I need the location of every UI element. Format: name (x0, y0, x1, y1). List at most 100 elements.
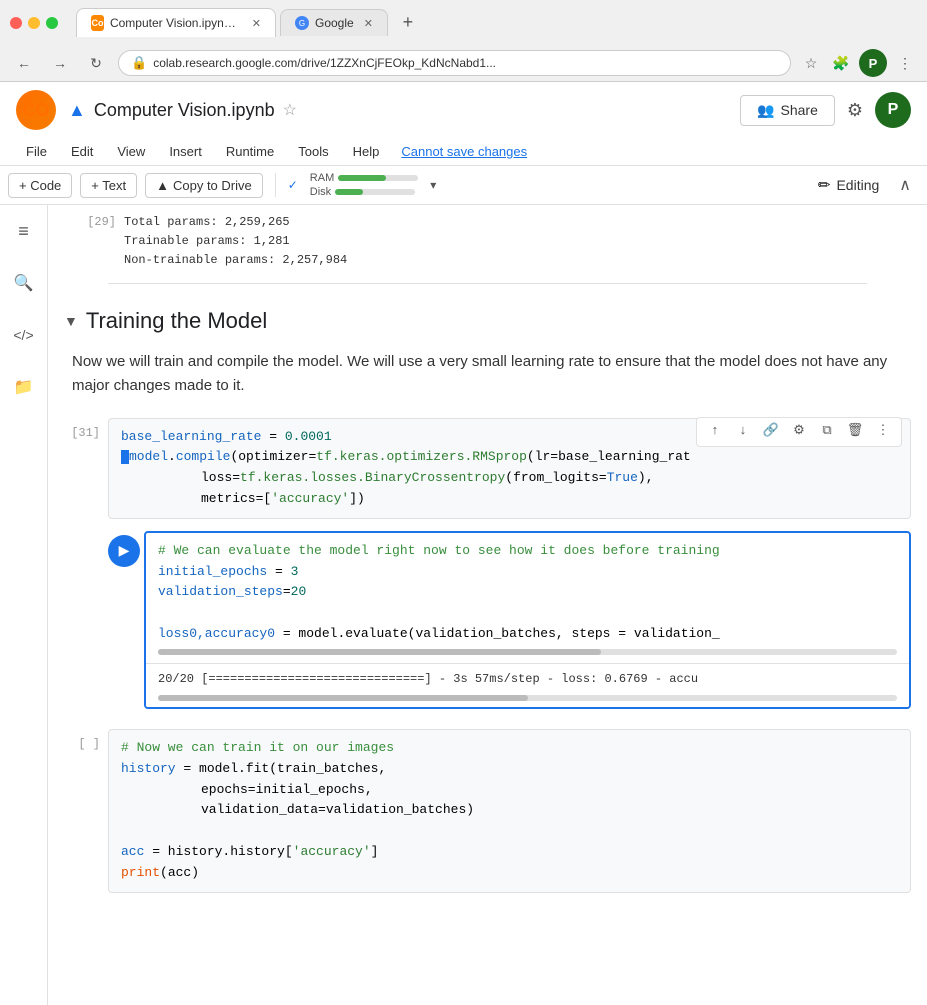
initial-epochs-val: 3 (291, 564, 299, 579)
cell-more-btn[interactable]: ⋮ (871, 420, 895, 444)
sidebar-item-search[interactable]: 🔍 (6, 265, 42, 301)
ram-label: RAM (310, 172, 334, 184)
new-tab-button[interactable]: + (396, 11, 420, 35)
section-heading-training: ▼ Training the Model (48, 292, 927, 342)
cell-link-btn[interactable]: 🔗 (759, 420, 783, 444)
menu-tools[interactable]: Tools (288, 140, 338, 163)
ram-bar-background (338, 175, 418, 181)
google-tab-title: Google (315, 16, 354, 30)
bookmark-icon[interactable]: ☆ (799, 51, 823, 75)
share-button[interactable]: 👥 Share (740, 95, 835, 126)
model-ref: model (129, 449, 168, 464)
menu-insert[interactable]: Insert (159, 140, 212, 163)
add-text-button[interactable]: + Text (80, 173, 137, 198)
settings-button[interactable]: ⚙ (847, 100, 863, 121)
notebook-content: [29] Total params: 2,259,265 Trainable p… (48, 205, 927, 1005)
loss0-var: loss0,accuracy0 (158, 626, 275, 641)
disk-bar-background (335, 189, 415, 195)
active-cell-wrapper: ▶ # We can evaluate the model right now … (48, 527, 927, 713)
acc-var: acc (121, 844, 144, 859)
notebook-title[interactable]: Computer Vision.ipynb (94, 100, 275, 121)
profile-icon[interactable]: P (859, 49, 887, 77)
initial-epochs-var: initial_epochs (158, 564, 267, 579)
cell-toolbar-31: ↑ ↓ 🔗 ⚙ ⧉ 🗑 ⋮ (696, 417, 902, 447)
google-tab[interactable]: G Google ✕ (280, 9, 388, 36)
cell-31-line2: model.compile(optimizer=tf.keras.optimiz… (121, 447, 898, 468)
output-line3: Non-trainable params: 2,257,984 (124, 253, 347, 267)
true-kw: True (607, 470, 638, 485)
loss-fn: tf.keras.losses.BinaryCrossentropy (240, 470, 505, 485)
maximize-traffic-light[interactable] (46, 17, 58, 29)
cell-move-down-btn[interactable]: ↓ (731, 420, 755, 444)
cell-copy-btn[interactable]: ⧉ (815, 420, 839, 444)
compile-fn: compile (176, 449, 231, 464)
reload-button[interactable]: ↻ (82, 49, 110, 77)
forward-button[interactable]: → (46, 49, 74, 77)
secure-icon: 🔒 (131, 55, 147, 71)
code-scrollbar-thumb[interactable] (158, 649, 601, 655)
last-line-2: epochs=initial_epochs, (121, 780, 898, 801)
drive-icon: ▲ (68, 100, 86, 121)
active-cell-inner: # We can evaluate the model right now to… (146, 533, 909, 663)
menu-help[interactable]: Help (343, 140, 390, 163)
co-logo-text: CO (23, 100, 50, 121)
cell-run-button[interactable]: ▶ (108, 535, 140, 567)
tf-ref: tf.keras.optimizers.RMSprop (316, 449, 527, 464)
active-cell-code[interactable]: # We can evaluate the model right now to… (144, 531, 911, 709)
copy-to-drive-button[interactable]: ▲ Copy to Drive (145, 173, 263, 198)
main-layout: ≡ 🔍 </> 📁 [29] Total params: 2,259,265 T… (0, 205, 927, 1005)
back-button[interactable]: ← (10, 49, 38, 77)
toolbar-separator (275, 173, 276, 197)
cell-delete-btn[interactable]: 🗑 (843, 420, 867, 444)
minimize-traffic-light[interactable] (28, 17, 40, 29)
add-code-button[interactable]: + Code (8, 173, 72, 198)
menu-file[interactable]: File (16, 140, 57, 163)
cell-settings-btn[interactable]: ⚙ (787, 420, 811, 444)
copy-drive-label: Copy to Drive (173, 178, 252, 193)
tab-close-btn[interactable]: ✕ (252, 17, 261, 30)
var-base-lr: base_learning_rate (121, 429, 261, 444)
extension-icon[interactable]: 🧩 (829, 51, 853, 75)
star-icon[interactable]: ☆ (283, 100, 297, 120)
active-line-3: loss0,accuracy0 = model.evaluate(validat… (158, 624, 897, 645)
val-lr: 0.0001 (285, 429, 332, 444)
cannot-save-link[interactable]: Cannot save changes (401, 144, 527, 159)
active-tab[interactable]: Co Computer Vision.ipynb - Colab ✕ (76, 8, 276, 37)
output-scrollbar-h[interactable] (158, 695, 897, 701)
last-cell-wrapper: [ ] # Now we can train it on our images … (48, 713, 927, 897)
cell-output-text: Total params: 2,259,265 Trainable params… (124, 213, 347, 271)
editing-label: Editing (836, 177, 879, 193)
ram-dropdown-icon[interactable]: ▾ (430, 178, 436, 192)
cell-31-code[interactable]: base_learning_rate = 0.0001 model.compil… (108, 418, 911, 519)
google-tab-close[interactable]: ✕ (364, 17, 373, 30)
more-options-icon[interactable]: ⋮ (893, 51, 917, 75)
colab-top-bar: CO ▲ Computer Vision.ipynb ☆ 👥 Share ⚙ P (0, 82, 927, 138)
url-bar[interactable]: 🔒 colab.research.google.com/drive/1ZZXnC… (118, 50, 791, 76)
cell-move-up-btn[interactable]: ↑ (703, 420, 727, 444)
cell-31-line4: metrics=['accuracy']) (121, 489, 898, 510)
sidebar-item-files[interactable]: 📁 (6, 369, 42, 405)
profile-avatar[interactable]: P (875, 92, 911, 128)
sidebar-item-code[interactable]: </> (6, 317, 42, 353)
left-sidebar: ≡ 🔍 </> 📁 (0, 205, 48, 1005)
sidebar-item-toc[interactable]: ≡ (6, 213, 42, 249)
cell-31-number: [31] (48, 418, 108, 440)
last-line-3: validation_data=validation_batches) (121, 800, 898, 821)
menu-view[interactable]: View (107, 140, 155, 163)
cell-31-wrapper: [31] base_learning_rate = 0.0001 model.c… (48, 414, 927, 523)
close-traffic-light[interactable] (10, 17, 22, 29)
menu-runtime[interactable]: Runtime (216, 140, 284, 163)
code-scrollbar-h[interactable] (158, 649, 897, 655)
tab-title: Computer Vision.ipynb - Colab (110, 16, 242, 30)
collapse-sections-btn[interactable]: ∧ (891, 171, 919, 199)
last-cell-number: [ ] (48, 729, 108, 751)
cell-line-number: [29] (64, 213, 124, 229)
last-cell-code[interactable]: # Now we can train it on our images hist… (108, 729, 911, 893)
editing-widget[interactable]: ✏ Editing (810, 172, 887, 198)
section-collapse-arrow[interactable]: ▼ (64, 313, 78, 329)
menu-edit[interactable]: Edit (61, 140, 103, 163)
ram-disk-widget[interactable]: ✓ RAM Disk ▾ (288, 170, 437, 200)
cursor-icon (121, 450, 129, 464)
output-scrollbar-thumb[interactable] (158, 695, 528, 701)
history-var: history (121, 761, 176, 776)
